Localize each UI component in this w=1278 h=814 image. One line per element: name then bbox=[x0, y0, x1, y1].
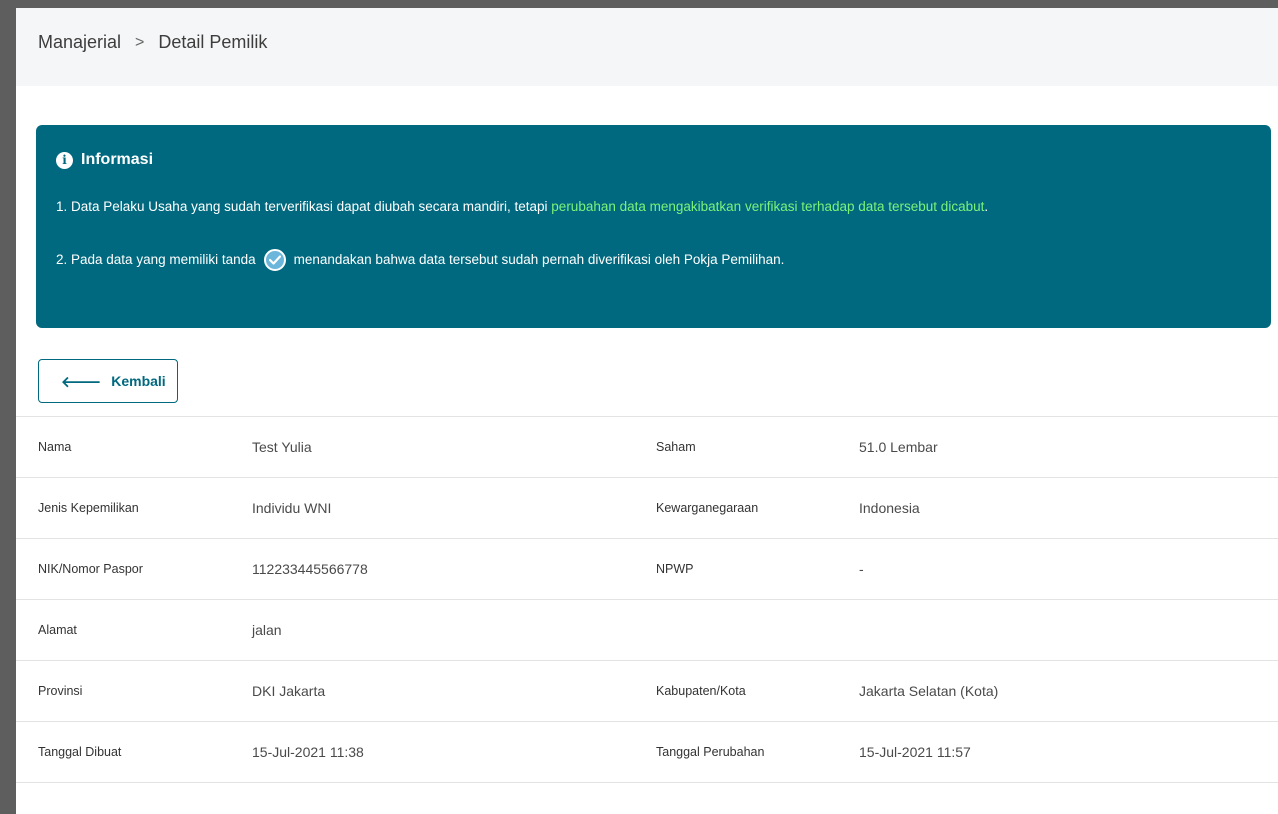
header-bar: Manajerial > Detail Pemilik bbox=[16, 8, 1278, 86]
value-nama: Test Yulia bbox=[252, 439, 312, 455]
label-npwp: NPWP bbox=[656, 562, 694, 576]
label-nik: NIK/Nomor Paspor bbox=[38, 562, 143, 576]
label-provinsi: Provinsi bbox=[38, 684, 83, 698]
label-tanggal-perubahan: Tanggal Perubahan bbox=[656, 745, 765, 759]
window-border-left bbox=[0, 0, 16, 814]
label-kabupaten-kota: Kabupaten/Kota bbox=[656, 684, 746, 698]
label-jenis-kepemilikan: Jenis Kepemilikan bbox=[38, 501, 139, 515]
value-jenis-kepemilikan: Individu WNI bbox=[252, 500, 332, 516]
breadcrumb: Manajerial > Detail Pemilik bbox=[38, 32, 267, 53]
breadcrumb-parent[interactable]: Manajerial bbox=[38, 32, 121, 53]
owner-detail-table: Nama Test Yulia Saham 51.0 Lembar Jenis … bbox=[16, 416, 1278, 783]
detail-row: Nama Test Yulia Saham 51.0 Lembar bbox=[16, 416, 1278, 477]
detail-row: Tanggal Dibuat 15-Jul-2021 11:38 Tanggal… bbox=[16, 721, 1278, 783]
check-circle-icon bbox=[263, 249, 286, 271]
detail-row: Jenis Kepemilikan Individu WNI Kewargane… bbox=[16, 477, 1278, 538]
info-circle-icon: i bbox=[56, 151, 73, 169]
info-line-2-prefix: 2. Pada data yang memiliki tanda bbox=[56, 252, 256, 267]
value-kewarganegaraan: Indonesia bbox=[859, 500, 920, 516]
value-npwp: - bbox=[859, 561, 864, 577]
arrow-left-icon: 🡐 bbox=[61, 373, 102, 391]
breadcrumb-current: Detail Pemilik bbox=[158, 32, 268, 52]
label-alamat: Alamat bbox=[38, 623, 77, 637]
info-line-2-suffix: menandakan bahwa data tersebut sudah per… bbox=[293, 252, 785, 267]
info-title: i Informasi bbox=[56, 151, 153, 169]
value-nik: 112233445566778 bbox=[252, 561, 368, 577]
back-button-label: Kembali bbox=[111, 373, 166, 389]
info-title-text: Informasi bbox=[81, 151, 154, 168]
app-window: Manajerial > Detail Pemilik i Informasi … bbox=[0, 0, 1278, 814]
value-tanggal-dibuat: 15-Jul-2021 11:38 bbox=[252, 744, 364, 760]
info-line-1: 1. Data Pelaku Usaha yang sudah terverif… bbox=[56, 197, 1236, 217]
info-alert: i Informasi 1. Data Pelaku Usaha yang su… bbox=[36, 125, 1271, 328]
label-tanggal-dibuat: Tanggal Dibuat bbox=[38, 745, 122, 759]
label-saham: Saham bbox=[656, 440, 696, 454]
breadcrumb-separator: > bbox=[135, 33, 145, 51]
window-border-top bbox=[0, 0, 1278, 8]
label-kewarganegaraan: Kewarganegaraan bbox=[656, 501, 759, 515]
info-line-1-suffix: . bbox=[984, 199, 989, 214]
page-content: Manajerial > Detail Pemilik i Informasi … bbox=[16, 8, 1278, 814]
back-button[interactable]: 🡐 Kembali bbox=[38, 359, 178, 403]
value-kabupaten-kota: Jakarta Selatan (Kota) bbox=[859, 683, 999, 699]
detail-row: Provinsi DKI Jakarta Kabupaten/Kota Jaka… bbox=[16, 660, 1278, 721]
info-line-1-highlight: perubahan data mengakibatkan verifikasi … bbox=[551, 199, 985, 214]
value-alamat: jalan bbox=[252, 622, 282, 638]
value-saham: 51.0 Lembar bbox=[859, 439, 938, 455]
info-line-1-prefix: 1. Data Pelaku Usaha yang sudah terverif… bbox=[56, 199, 552, 214]
info-line-2: 2. Pada data yang memiliki tanda menanda… bbox=[56, 249, 1236, 271]
value-provinsi: DKI Jakarta bbox=[252, 683, 326, 699]
label-nama: Nama bbox=[38, 440, 72, 454]
value-tanggal-perubahan: 15-Jul-2021 11:57 bbox=[859, 744, 971, 760]
detail-row: NIK/Nomor Paspor 112233445566778 NPWP - bbox=[16, 538, 1278, 599]
detail-row: Alamat jalan bbox=[16, 599, 1278, 660]
